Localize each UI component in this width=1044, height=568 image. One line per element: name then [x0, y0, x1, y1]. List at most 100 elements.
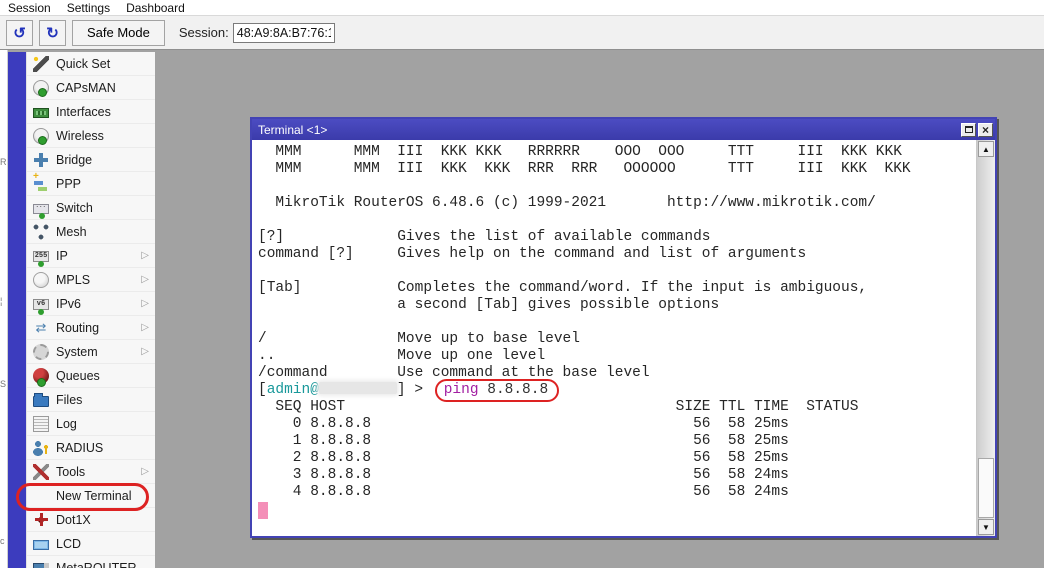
- sidebar-item-label: Files: [56, 393, 82, 407]
- sidebar-item-bridge[interactable]: Bridge: [27, 148, 155, 172]
- terminal-window: Terminal <1> × MMM MMM III KKK KKK RRRRR…: [250, 117, 997, 538]
- sidebar-item-radius[interactable]: RADIUS: [27, 436, 155, 460]
- prompt-argument: 8.8.8.8: [479, 382, 549, 398]
- scroll-up-icon: ▲: [982, 145, 990, 154]
- sidebar-item-system[interactable]: System ▷: [27, 340, 155, 364]
- log-icon: [33, 416, 49, 432]
- submenu-arrow-icon: ▷: [141, 298, 149, 309]
- sidebar-item-label: Mesh: [56, 225, 87, 239]
- sidebar-item-label: Routing: [56, 321, 99, 335]
- redo-button[interactable]: ↻: [39, 20, 66, 46]
- sidebar-item-new-terminal[interactable]: New Terminal: [27, 484, 155, 508]
- terminal-titlebar[interactable]: Terminal <1> ×: [252, 119, 995, 140]
- terminal-body[interactable]: MMM MMM III KKK KKK RRRRRR OOO OOO TTT I…: [252, 140, 976, 536]
- sidebar-item-label: PPP: [56, 177, 81, 191]
- sidebar-item-mesh[interactable]: Mesh: [27, 220, 155, 244]
- mesh-icon: [33, 224, 49, 240]
- interfaces-icon: [33, 108, 49, 118]
- close-icon: ×: [982, 125, 989, 135]
- sidebar-item-ip[interactable]: IP ▷: [27, 244, 155, 268]
- sidebar-item-log[interactable]: Log: [27, 412, 155, 436]
- submenu-arrow-icon: ▷: [141, 250, 149, 261]
- safe-mode-button[interactable]: Safe Mode: [72, 20, 165, 46]
- metarouter-icon: [33, 563, 49, 568]
- maximize-button[interactable]: [961, 123, 976, 137]
- sidebar-item-quick-set[interactable]: Quick Set: [27, 52, 155, 76]
- ppp-icon: [33, 176, 49, 192]
- sidebar-item-label: New Terminal: [56, 489, 132, 503]
- maximize-icon: [965, 126, 973, 133]
- submenu-arrow-icon: ▷: [141, 466, 149, 477]
- terminal-scrollbar[interactable]: ▲ ▼: [976, 140, 995, 536]
- scroll-down-button[interactable]: ▼: [978, 519, 994, 535]
- terminal-icon: [33, 488, 49, 504]
- sidebar-item-label: System: [56, 345, 98, 359]
- capsman-icon: [33, 80, 49, 96]
- submenu-arrow-icon: ▷: [141, 322, 149, 333]
- sidebar-item-label: Tools: [56, 465, 85, 479]
- sidebar-item-label: IP: [56, 249, 68, 263]
- files-folder-icon: [33, 396, 49, 407]
- session-input[interactable]: [233, 23, 335, 43]
- submenu-arrow-icon: ▷: [141, 346, 149, 357]
- undo-icon: ↺: [13, 24, 26, 42]
- ping-output: SEQ HOST SIZE TTL TIME STATUS 0 8.8.8.8 …: [258, 399, 976, 501]
- terminal-prompt: [admin@] > ping 8.8.8.8: [258, 382, 976, 399]
- prompt-bracket-close: ] >: [397, 382, 432, 398]
- menu-settings[interactable]: Settings: [59, 1, 118, 15]
- sidebar-item-label: LCD: [56, 537, 81, 551]
- sidebar-item-wireless[interactable]: Wireless: [27, 124, 155, 148]
- sidebar-item-routing[interactable]: Routing ▷: [27, 316, 155, 340]
- routing-icon: [33, 320, 49, 336]
- sidebar-item-ppp[interactable]: PPP: [27, 172, 155, 196]
- sidebar-item-tools[interactable]: Tools ▷: [27, 460, 155, 484]
- sidebar-item-interfaces[interactable]: Interfaces: [27, 100, 155, 124]
- sidebar-blue-strip: [8, 52, 26, 568]
- switch-icon: [33, 204, 49, 214]
- scroll-down-icon: ▼: [982, 523, 990, 532]
- background-window-fragment: R: [0, 158, 7, 167]
- sidebar-item-label: Bridge: [56, 153, 92, 167]
- system-gear-icon: [33, 344, 49, 360]
- scroll-up-button[interactable]: ▲: [978, 141, 994, 157]
- sidebar-item-files[interactable]: Files: [27, 388, 155, 412]
- bridge-icon: [33, 152, 49, 168]
- tools-icon: [33, 464, 49, 480]
- sidebar-item-mpls[interactable]: MPLS ▷: [27, 268, 155, 292]
- submenu-arrow-icon: ▷: [141, 274, 149, 285]
- menu-dashboard[interactable]: Dashboard: [118, 1, 193, 15]
- sidebar-item-capsman[interactable]: CAPsMAN: [27, 76, 155, 100]
- sidebar-item-label: MPLS: [56, 273, 90, 287]
- sidebar-item-ipv6[interactable]: IPv6 ▷: [27, 292, 155, 316]
- background-window-fragment: S: [0, 380, 6, 389]
- wand-icon: [33, 56, 49, 72]
- menu-session[interactable]: Session: [0, 1, 59, 15]
- close-button[interactable]: ×: [978, 123, 993, 137]
- sidebar-item-label: MetaROUTER: [56, 561, 137, 568]
- sidebar-menu: Quick Set CAPsMAN InterfacesWireless Bridge…: [26, 52, 155, 568]
- background-window-fragment: ¦: [0, 297, 2, 306]
- terminal-title: Terminal <1>: [258, 123, 959, 137]
- sidebar-item-queues[interactable]: Queues: [27, 364, 155, 388]
- redacted-hostname: [319, 382, 397, 394]
- sidebar-item-dot1x[interactable]: Dot1X: [27, 508, 155, 532]
- mpls-icon: [33, 272, 49, 288]
- sidebar-item-lcd[interactable]: LCD: [27, 532, 155, 556]
- redo-icon: ↻: [46, 24, 59, 42]
- sidebar-item-label: RADIUS: [56, 441, 103, 455]
- terminal-banner-and-help: MMM MMM III KKK KKK RRRRRR OOO OOO TTT I…: [258, 144, 976, 382]
- sidebar-item-label: Dot1X: [56, 513, 91, 527]
- sidebar-item-label: IPv6: [56, 297, 81, 311]
- sidebar-item-label: Log: [56, 417, 77, 431]
- wireless-icon: [33, 128, 49, 144]
- sidebar-item-switch[interactable]: Switch: [27, 196, 155, 220]
- undo-button[interactable]: ↺: [6, 20, 33, 46]
- sidebar-item-metarouter[interactable]: MetaROUTER: [27, 556, 155, 568]
- prompt-command: ping: [444, 382, 479, 398]
- sidebar-item-label: Switch: [56, 201, 93, 215]
- radius-icon: [33, 440, 49, 456]
- background-window-edge: R¦Sc: [0, 50, 8, 568]
- sidebar-item-label: CAPsMAN: [56, 81, 116, 95]
- ipv6-icon: [33, 299, 49, 310]
- scroll-thumb[interactable]: [978, 458, 994, 518]
